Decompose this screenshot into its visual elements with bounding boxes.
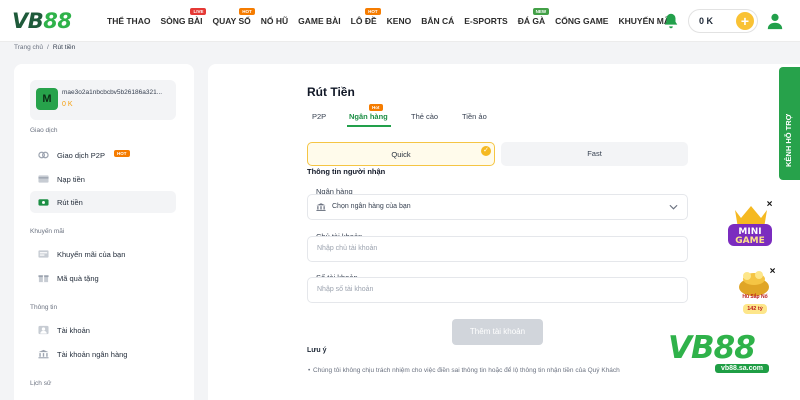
deposit-icon <box>38 175 49 183</box>
jackpot-value: 142 tỷ <box>743 304 767 314</box>
promo-icon <box>38 250 49 258</box>
hot-badge: HOT <box>114 150 130 157</box>
owner-placeholder: Nhập chủ tài khoản <box>317 245 378 252</box>
section-title-thong-tin: Thông tin <box>30 304 58 311</box>
account-balance: 0 K <box>62 101 73 108</box>
balance-pill[interactable]: 0 K + <box>688 9 758 33</box>
owner-input[interactable]: Nhập chủ tài khoản <box>307 236 688 262</box>
add-account-button[interactable]: Thêm tài khoản <box>452 319 543 345</box>
menu-item[interactable]: LÔ ĐỀ HOT <box>351 8 381 26</box>
support-channel-label: KÊNH HỖ TRỢ <box>784 113 793 167</box>
menu-badge: NEW <box>532 8 550 15</box>
menu-item[interactable]: QUAY SỐ HOT <box>212 8 255 26</box>
menu-item[interactable]: ĐÁ GÀ NEW <box>518 8 550 26</box>
quick-mode-button[interactable]: Quick ✓ <box>307 142 495 166</box>
sidebar-item-label: Tài khoản ngân hàng <box>57 350 128 359</box>
account-number-placeholder: Nhập số tài khoản <box>317 286 374 293</box>
menu-item[interactable]: KENO <box>387 16 412 26</box>
user-icon[interactable] <box>766 12 784 30</box>
vb88-logo[interactable]: VB88 <box>12 9 72 33</box>
menu-item[interactable]: SÒNG BÀI LIVE <box>160 8 207 26</box>
sidebar-item-label: Khuyến mãi của bạn <box>57 250 126 259</box>
menu-badge: HOT <box>239 8 255 15</box>
chevron-down-icon <box>669 204 678 210</box>
deposit-plus-button[interactable]: + <box>736 12 754 30</box>
page-title: Rút Tiền <box>307 85 355 99</box>
account-number-input[interactable]: Nhập số tài khoản <box>307 277 688 303</box>
sidebar-item-label: Rút tiền <box>57 198 83 207</box>
bank-icon <box>316 203 326 211</box>
sidebar-item-label: Nạp tiền <box>57 175 85 184</box>
note-text: • Chúng tôi không chịu trách nhiệm cho vi… <box>308 367 620 374</box>
avatar: M <box>36 88 58 110</box>
menu-badge: HOT <box>365 8 381 15</box>
menu-item[interactable]: CỔNG GAME <box>555 16 608 26</box>
note-title: Lưu ý <box>307 347 327 354</box>
sidebar-item-tai-khoan[interactable]: Tài khoản <box>30 319 176 341</box>
breadcrumb-current: Rút tiền <box>52 44 76 51</box>
sidebar-item-p2p[interactable]: Giao dịch P2P HOT <box>30 144 176 166</box>
bell-icon[interactable] <box>662 12 680 30</box>
watermark-logo: VB88 <box>668 330 756 366</box>
menu-item[interactable]: NỔ HŨ <box>261 16 288 26</box>
sidebar-item-nap-tien[interactable]: Nạp tiền <box>30 168 176 190</box>
withdraw-tabs: P2P Ngân hàng Hot Thẻ cào Tiền ảo <box>307 104 687 128</box>
sidebar-item-ma-qua-tang[interactable]: Mã quà tặng <box>30 267 176 289</box>
main-menu: THỂ THAO SÒNG BÀI LIVE QUAY SỐ HOT NỔ HŨ GAME … <box>107 0 682 42</box>
balance-value: 0 K <box>699 16 714 26</box>
p2p-icon <box>38 151 49 159</box>
account-icon <box>38 325 49 335</box>
tab-the-cao[interactable]: Thẻ cào <box>411 112 438 121</box>
sidebar-item-label: Tài khoản <box>57 326 90 335</box>
tab-ngan-hang[interactable]: Ngân hàng Hot <box>349 104 388 121</box>
check-icon: ✓ <box>481 146 491 156</box>
watermark-url: vb88.sa.com <box>715 364 770 373</box>
sidebar-item-label: Mã quà tặng <box>57 274 99 283</box>
hot-badge: Hot <box>369 104 383 111</box>
fast-mode-button[interactable]: Fast <box>501 142 688 166</box>
receiver-section-title: Thông tin người nhận <box>307 167 386 176</box>
mini-game-widget[interactable]: MINI GAME × <box>725 200 777 250</box>
section-title-lich-su: Lịch sử <box>30 380 52 387</box>
breadcrumb: Trang chủ / Rút tiền <box>14 44 76 51</box>
bank-icon <box>38 349 49 359</box>
sidebar-item-tai-khoan-ngan-hang[interactable]: Tài khoản ngân hàng <box>30 343 176 365</box>
menu-item[interactable]: E-SPORTS <box>464 16 507 26</box>
support-channel-tab[interactable]: KÊNH HỖ TRỢ <box>779 67 800 180</box>
tab-p2p[interactable]: P2P <box>312 112 326 121</box>
section-title-giao-dich: Giao dịch <box>30 127 58 134</box>
withdraw-icon <box>38 199 49 206</box>
bank-select-placeholder: Chọn ngân hàng của bạn <box>332 203 411 210</box>
sidebar-item-rut-tien[interactable]: Rút tiền <box>30 191 176 213</box>
bank-select[interactable]: Chọn ngân hàng của bạn <box>307 194 688 220</box>
section-title-khuyen-mai: Khuyến mãi <box>30 228 65 235</box>
menu-badge: LIVE <box>190 8 207 15</box>
sidebar-item-khuyen-mai[interactable]: Khuyến mãi của bạn <box>30 243 176 265</box>
svg-text:GAME: GAME <box>735 236 764 246</box>
sidebar: M mae3o2a1nbcbcbv5b26186a321... 0 K Giao… <box>14 64 194 400</box>
tab-tien-ao[interactable]: Tiền ảo <box>462 112 487 121</box>
account-id: mae3o2a1nbcbcbv5b26186a321... <box>62 89 163 96</box>
breadcrumb-home[interactable]: Trang chủ <box>14 44 43 51</box>
gift-icon <box>38 275 49 283</box>
jackpot-label: Hũ Sắp Nổ <box>742 294 768 300</box>
top-navbar: VB88 THỂ THAO SÒNG BÀI LIVE QUAY SỐ HOT NỔ HŨ… <box>0 0 800 42</box>
close-icon[interactable]: × <box>768 267 777 277</box>
account-card[interactable]: M mae3o2a1nbcbcbv5b26186a321... 0 K <box>30 80 176 120</box>
menu-item[interactable]: THỂ THAO <box>107 16 150 26</box>
menu-item[interactable]: GAME BÀI <box>298 16 341 26</box>
active-tab-underline <box>347 125 391 127</box>
menu-item[interactable]: BẮN CÁ <box>421 16 454 26</box>
sidebar-item-label: Giao dịch P2P <box>57 151 105 160</box>
jackpot-widget[interactable]: Hũ Sắp Nổ 142 tỷ × <box>730 267 778 317</box>
close-icon[interactable]: × <box>765 200 774 210</box>
